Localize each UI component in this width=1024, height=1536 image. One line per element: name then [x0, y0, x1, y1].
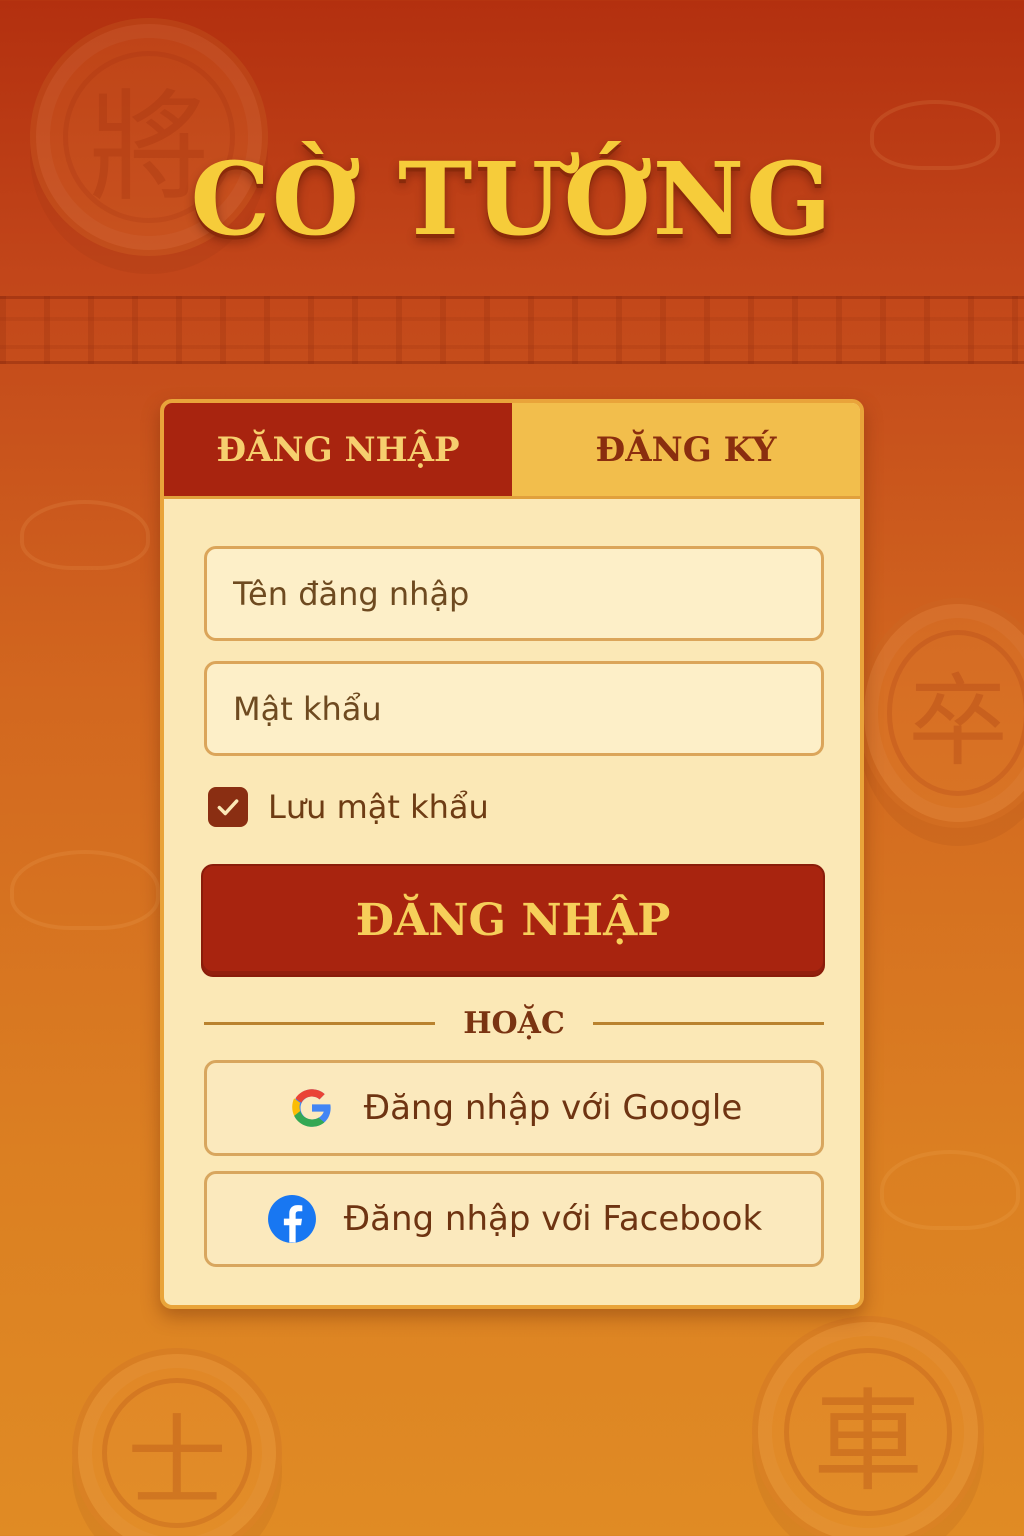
google-icon	[286, 1082, 338, 1134]
background-piece-advisor: 士	[72, 1348, 282, 1536]
remember-checkbox[interactable]	[208, 787, 248, 827]
app-title: CỜ TƯỚNG	[190, 140, 834, 258]
decorative-border	[0, 296, 1024, 364]
remember-label: Lưu mật khẩu	[268, 788, 489, 826]
piece-character: 卒	[886, 630, 1024, 796]
remember-password: Lưu mật khẩu	[208, 787, 489, 827]
facebook-icon	[266, 1193, 318, 1245]
piece-character: 士	[101, 1377, 253, 1529]
or-divider: HOẶC	[204, 1003, 825, 1043]
divider-label: HOẶC	[463, 1005, 565, 1041]
background-piece-soldier: 卒	[858, 598, 1024, 828]
tab-login[interactable]: ĐĂNG NHẬP	[164, 403, 512, 496]
facebook-login-button[interactable]: Đăng nhập với Facebook	[204, 1171, 824, 1267]
check-icon	[217, 799, 239, 816]
google-login-button[interactable]: Đăng nhập với Google	[204, 1060, 824, 1156]
divider-line	[204, 1021, 436, 1025]
login-card: ĐĂNG NHẬP ĐĂNG KÝ Lưu mật khẩu ĐĂNG NHẬP…	[160, 399, 864, 1309]
background-piece-chariot: 車	[752, 1316, 984, 1536]
cloud-decoration	[10, 850, 160, 930]
password-input[interactable]	[233, 689, 821, 728]
login-button[interactable]: ĐĂNG NHẬP	[201, 864, 825, 977]
facebook-login-label: Đăng nhập với Facebook	[343, 1199, 763, 1239]
piece-character: 車	[784, 1348, 952, 1516]
auth-tabs: ĐĂNG NHẬP ĐĂNG KÝ	[164, 403, 860, 499]
tab-register[interactable]: ĐĂNG KÝ	[512, 403, 860, 496]
divider-line	[592, 1021, 825, 1025]
username-input[interactable]	[233, 574, 821, 613]
google-login-label: Đăng nhập với Google	[363, 1088, 743, 1128]
username-field[interactable]	[204, 546, 824, 641]
cloud-decoration	[20, 500, 150, 570]
cloud-decoration	[880, 1150, 1020, 1230]
password-field[interactable]	[204, 661, 824, 756]
